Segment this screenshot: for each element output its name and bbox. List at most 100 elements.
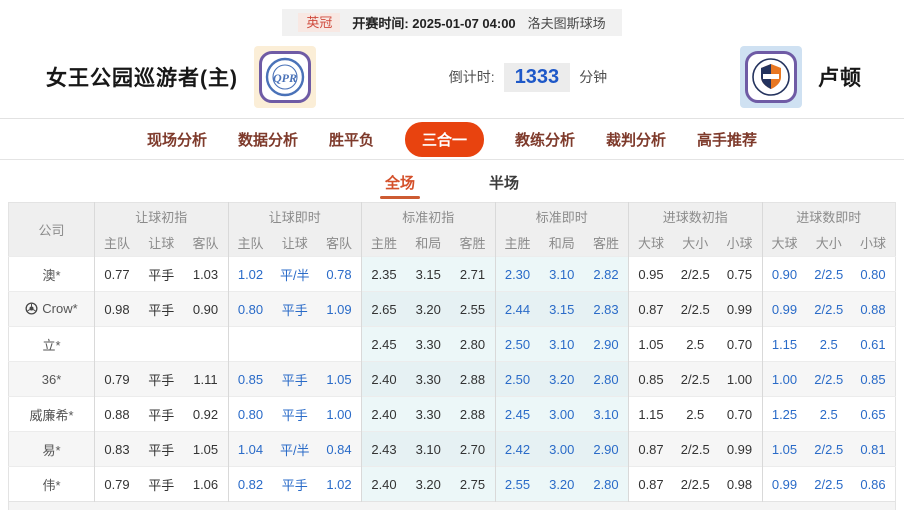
table-row: 伟* 0.79 平手 1.06 0.82 平手 1.02 2.40 3.20 2.75 2.55 3.… (8, 466, 896, 502)
odds-cell: 0.85 (227, 361, 273, 397)
odds-cell: 2/2.5 (806, 291, 851, 327)
company-name: Crow* (42, 300, 78, 316)
away-team-logo (739, 46, 802, 108)
odds-cell: 2.5 (686, 406, 705, 422)
odds-cell: 2.80 (584, 466, 629, 502)
odds-cell: 2.70 (450, 431, 495, 467)
sub-column-header: 大球 (628, 229, 673, 257)
nav-tab-7[interactable]: 高手推荐 (697, 129, 757, 150)
odds-cell: 0.70 (726, 336, 753, 352)
match-header: 女王公园巡游者(主) QPR 倒计时: 1333 分钟 卢顿 (0, 36, 904, 118)
odds-cell: 2.30 (494, 256, 540, 292)
odds-cell: 2/2.5 (673, 291, 718, 327)
table-row: 立* 2.45 3.30 2.80 2.50 3.10 2.90 1.05 2.5 0.70 1.1… (8, 326, 896, 362)
odds-cell: 2/2.5 (814, 266, 844, 282)
nav-tab-4[interactable]: 三合一 (404, 121, 484, 157)
group-header: 让球初指 (94, 202, 228, 230)
odds-cell: 1.05 (761, 431, 807, 467)
odds-cell: 1.04 (227, 431, 273, 467)
countdown-value: 1333 (503, 62, 571, 92)
group-header: 进球数即时 (761, 202, 896, 230)
odds-cell: 0.90 (183, 291, 228, 327)
odds-cell: 3.00 (539, 396, 584, 432)
odds-cell: 1.15 (761, 326, 807, 362)
odds-cell: 1.02 (227, 256, 273, 292)
odds-table: 公司 让球初指 让球即时 标准初指 标准即时 进球数初指 进球数即时 主队 让球 客队 主队 让球… (8, 202, 896, 502)
sub-tab-1[interactable]: 全场 (379, 172, 421, 202)
odds-cell: 2.80 (584, 361, 629, 397)
odds-cell: 平手 (281, 407, 308, 423)
company-column-header: 公司 (8, 202, 95, 257)
odds-cell: 0.78 (326, 266, 352, 282)
odds-cell (227, 326, 273, 362)
odds-cell: 平手 (281, 477, 308, 493)
countdown-label: 倒计时: (448, 69, 495, 85)
odds-cell: 平/半 (272, 431, 317, 467)
odds-cell: 1.25 (761, 396, 807, 432)
odds-cell: 1.06 (192, 476, 219, 492)
odds-cell: 平手 (272, 361, 317, 397)
odds-cell: 2.55 (450, 291, 495, 327)
odds-cell: 0.98 (726, 476, 753, 492)
odds-cell: 3.10 (584, 396, 629, 432)
odds-cell: 2.44 (494, 291, 540, 327)
odds-cell: 2.42 (494, 431, 540, 467)
company-name: 伟* (42, 477, 61, 493)
sub-tab-2[interactable]: 半场 (489, 172, 519, 202)
away-team-group: 卢顿 (739, 46, 862, 108)
odds-cell: 2.65 (361, 291, 406, 327)
odds-cell: 3.20 (406, 291, 451, 327)
sub-column-header: 客队 (317, 229, 362, 257)
odds-cell: 2.55 (494, 466, 540, 502)
odds-cell: 2.35 (361, 256, 406, 292)
nav-tab-1[interactable]: 现场分析 (147, 129, 207, 150)
svg-text:QPR: QPR (273, 71, 297, 85)
odds-cell: 0.84 (317, 431, 362, 467)
odds-cell: 0.80 (227, 291, 273, 327)
nav-tab-5[interactable]: 教练分析 (515, 129, 575, 150)
odds-cell: 2.40 (361, 466, 406, 502)
sub-column-header: 主胜 (361, 229, 406, 257)
odds-cell: 1.05 (317, 361, 362, 397)
odds-cell: 2.5 (819, 336, 838, 352)
odds-cell: 平/半 (279, 267, 310, 283)
odds-cell: 2.80 (450, 326, 495, 362)
nav-tab-6[interactable]: 裁判分析 (606, 129, 666, 150)
odds-cell: 平手 (148, 267, 175, 283)
odds-cell: 3.20 (539, 466, 584, 502)
odds-cell: 平手 (272, 291, 317, 327)
home-team-logo: QPR (254, 46, 316, 108)
company-cell: Crow* (8, 291, 95, 327)
company-name: 易* (42, 442, 61, 458)
odds-cell: 2/2.5 (680, 266, 710, 282)
odds-cell: 0.85 (851, 361, 896, 397)
odds-cell: 1.05 (183, 431, 228, 467)
odds-cell: 2.83 (584, 291, 629, 327)
odds-cell: 0.99 (717, 431, 762, 467)
odds-cell: 2/2.5 (673, 431, 718, 467)
group-header: 让球即时 (227, 202, 362, 230)
odds-cell: 0.80 (227, 396, 273, 432)
odds-cell: 3.30 (406, 361, 451, 397)
nav-tab-2[interactable]: 数据分析 (238, 129, 298, 150)
odds-cell: 2.43 (361, 431, 406, 467)
odds-cell: 1.00 (326, 406, 352, 422)
odds-cell: 2.90 (584, 326, 629, 362)
group-header: 进球数初指 (628, 202, 762, 230)
sub-column-header: 大小 (806, 229, 851, 257)
odds-cell: 3.15 (539, 291, 584, 327)
odds-cell: 0.99 (717, 291, 762, 327)
nav-tab-3[interactable]: 胜平负 (329, 129, 374, 150)
table-row: 威廉希* 0.88 平手 0.92 0.80 平手 1.00 2.40 3.30 2.88 2.45… (8, 396, 896, 432)
odds-cell: 0.79 (94, 466, 139, 502)
home-team-name: 女王公园巡游者(主) (46, 67, 238, 90)
odds-cell: 1.05 (628, 326, 673, 362)
company-cell: 伟* (9, 467, 95, 502)
odds-cell: 平手 (139, 431, 184, 467)
odds-cell: 0.77 (94, 256, 139, 292)
odds-cell: 0.90 (761, 256, 807, 292)
odds-cell: 1.00 (717, 361, 762, 397)
odds-cell: 0.98 (94, 291, 139, 327)
odds-cell: 2.88 (450, 361, 495, 397)
odds-cell (139, 327, 184, 362)
